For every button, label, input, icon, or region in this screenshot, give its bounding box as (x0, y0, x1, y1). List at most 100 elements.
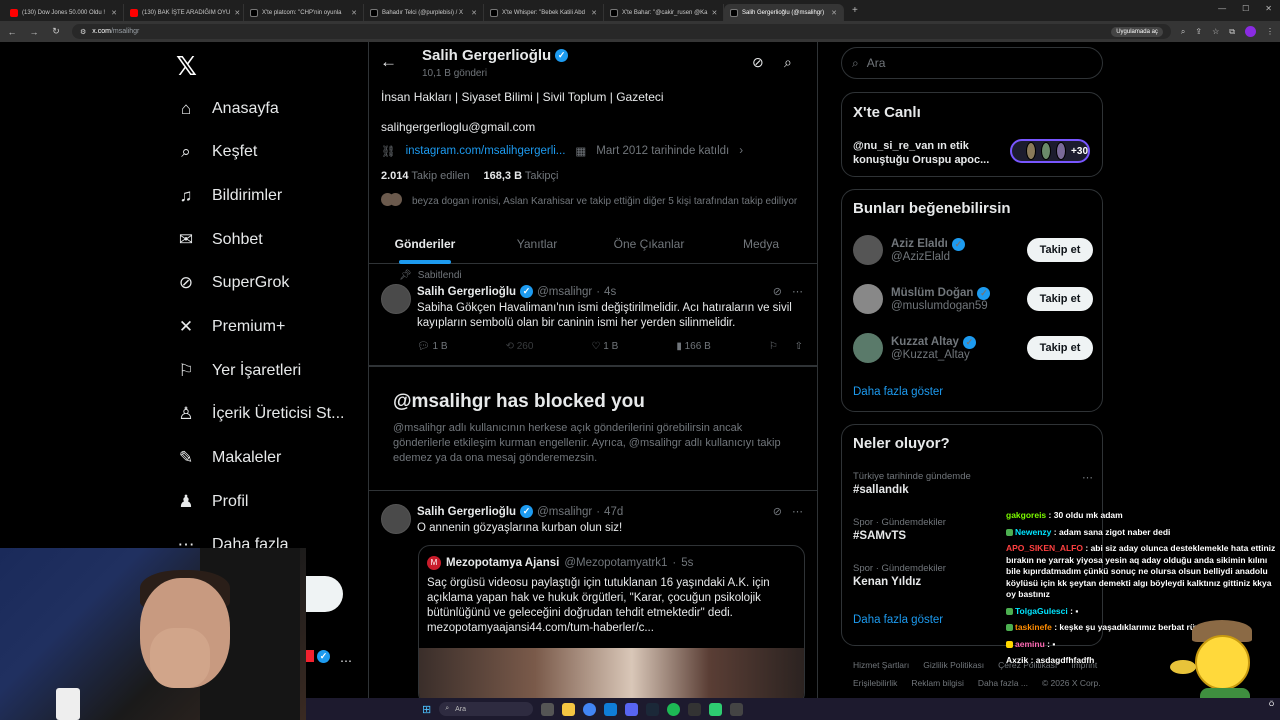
close-window-icon[interactable]: ✕ (1265, 4, 1272, 13)
nav-item-premium[interactable]: ✕ Premium+ (176, 313, 285, 341)
follow-button[interactable]: Takip et (1027, 336, 1093, 360)
avatar[interactable] (381, 504, 411, 534)
footer-link[interactable]: Reklam bilgisi (911, 674, 963, 692)
repost-button[interactable]: ⟲ 260 (506, 341, 534, 352)
followers-stat[interactable]: 168,3 B Takipçi (483, 170, 558, 182)
close-icon[interactable]: ✕ (591, 9, 597, 17)
bookmark-star-icon[interactable]: ☆ (1212, 27, 1219, 36)
nav-item-creator-studio[interactable]: ♙ İçerik Üreticisi St... (176, 400, 344, 428)
forward-icon[interactable]: → (28, 27, 40, 37)
more-icon[interactable]: ⋯ (792, 285, 803, 298)
close-icon[interactable]: ✕ (712, 9, 718, 17)
avatar[interactable] (853, 333, 883, 363)
profile-avatar[interactable] (1245, 26, 1256, 37)
browser-tab[interactable]: (130) BAK İŞTE ARADIĞIM OYU ✕ (124, 4, 244, 21)
address-bar[interactable]: ⚙ x.com/msalihgr Uygulamada aç (72, 24, 1171, 39)
more-icon[interactable]: ⋯ (792, 505, 803, 518)
site-info-icon[interactable]: ⚙ (80, 28, 86, 36)
open-in-app-button[interactable]: Uygulamada aç (1111, 26, 1163, 37)
close-icon[interactable]: ✕ (111, 9, 117, 17)
obs-icon[interactable] (688, 702, 702, 716)
taskbar-search[interactable]: ⌕ Ara (439, 702, 534, 716)
live-participants[interactable]: +30 (1010, 139, 1090, 163)
spotify-icon[interactable] (667, 702, 681, 716)
browser-tab[interactable]: X'te Whisper: "Bebek Katili Abd ✕ (484, 4, 604, 21)
views-button[interactable]: ▮ 166 B (676, 341, 710, 352)
new-tab-icon[interactable]: + (852, 5, 858, 16)
search-icon[interactable]: ⌕ (784, 54, 792, 71)
avatar[interactable] (853, 284, 883, 314)
footer-link[interactable]: Erişilebilirlik (853, 674, 897, 692)
follow-button[interactable]: Takip et (1027, 238, 1093, 262)
search-input[interactable]: ⌕ Ara (841, 47, 1103, 79)
browser-tab[interactable]: (130) Dow Jones 50.000 Oldu ! ✕ (4, 4, 124, 21)
share-icon[interactable]: ⇪ (1195, 27, 1202, 36)
joined-date[interactable]: Mart 2012 tarihinde katıldı (596, 145, 729, 157)
x-logo-icon[interactable]: 𝕏 (176, 52, 197, 82)
suggestion-row[interactable]: Aziz Elaldı ✓ @AzizElald Takip et (853, 235, 1093, 265)
nav-item-explore[interactable]: ⌕ Keşfet (176, 138, 257, 166)
menu-icon[interactable]: ⋮ (1266, 27, 1274, 36)
grok-icon[interactable]: ⊘ (752, 54, 764, 71)
zoom-icon[interactable]: ⌕ (1181, 27, 1185, 37)
browser-tab[interactable]: Bahadır Telci (@purplebisi) / X ✕ (364, 4, 484, 21)
account-more-icon[interactable]: ⋯ (340, 654, 352, 668)
nav-item-supergrok[interactable]: ⊘ SuperGrok (176, 269, 290, 297)
steam-icon[interactable] (646, 702, 660, 716)
following-stat[interactable]: 2.014 Takip edilen (381, 170, 469, 182)
tab-media[interactable]: Medya (705, 228, 817, 263)
back-icon[interactable]: ← (6, 27, 18, 37)
browser-tab[interactable]: X'te Bahar: "@cakir_rusen @Ka ✕ (604, 4, 724, 21)
footer-link[interactable]: Hizmet Şartları (853, 656, 909, 674)
extensions-icon[interactable]: ⧉ (1229, 27, 1235, 37)
close-icon[interactable]: ✕ (351, 9, 357, 17)
nav-item-bookmarks[interactable]: ⚐ Yer İşaretleri (176, 357, 301, 385)
browser-tab[interactable]: X'te platcom: "CHP'nin oyunla ✕ (244, 4, 364, 21)
edge-icon[interactable] (604, 702, 618, 716)
tab-posts[interactable]: Gönderiler (369, 228, 481, 264)
reply-button[interactable]: 💬︎ 1 B (417, 341, 448, 352)
follow-button[interactable]: Takip et (1027, 287, 1093, 311)
quoted-tweet-image[interactable] (419, 648, 804, 704)
suggestion-row[interactable]: Kuzzat Altay ✓ @Kuzzat_Altay Takip et (853, 333, 1093, 363)
show-more-link[interactable]: Daha fazla göster (853, 386, 943, 398)
grok-icon[interactable]: ⊘ (773, 285, 782, 298)
bookmark-button[interactable]: ⚐ ⇧ (769, 341, 803, 352)
post-button[interactable] (306, 576, 343, 612)
taskbar-clock[interactable]: Ö (1269, 701, 1274, 709)
live-text[interactable]: @nu_si_re_van ın etik konuştuğu Oruspu a… (853, 139, 1003, 167)
nav-item-home[interactable]: ⌂ Anasayfa (176, 95, 279, 123)
avatar[interactable] (853, 235, 883, 265)
close-icon[interactable]: ✕ (471, 9, 477, 17)
profile-link[interactable]: instagram.com/msalihgergerli... (406, 145, 566, 157)
quoted-tweet[interactable]: M Mezopotamya Ajansi @Mezopotamyatrk1 · … (418, 545, 805, 705)
show-more-link[interactable]: Daha fazla göster (853, 614, 943, 626)
share-icon[interactable]: ⇧ (795, 341, 803, 352)
close-icon[interactable]: ✕ (234, 9, 240, 17)
app-icon[interactable] (730, 702, 744, 716)
mutual-followers[interactable]: beyza dogan ironisi, Aslan Karahisar ve … (381, 193, 797, 209)
close-icon[interactable]: ✕ (831, 9, 837, 17)
nav-item-notifications[interactable]: ♫ Bildirimler (176, 182, 283, 210)
discord-icon[interactable] (625, 702, 639, 716)
windows-start-icon[interactable]: ⊞ (422, 703, 431, 716)
maximize-icon[interactable]: ☐ (1242, 4, 1249, 13)
task-view-icon[interactable] (541, 702, 555, 716)
footer-link[interactable]: Daha fazla ... (978, 674, 1028, 692)
nav-item-articles[interactable]: ✎ Makaleler (176, 444, 281, 472)
back-arrow-icon[interactable]: ← (380, 52, 397, 72)
nav-item-profile[interactable]: ♟ Profil (176, 488, 248, 516)
tab-replies[interactable]: Yanıtlar (481, 228, 593, 263)
nav-item-chat[interactable]: ✉ Sohbet (176, 226, 263, 254)
tab-highlights[interactable]: Öne Çıkanlar (593, 228, 705, 263)
minimize-icon[interactable]: — (1218, 4, 1226, 13)
reload-icon[interactable]: ↻ (50, 26, 62, 37)
tweet-pinned[interactable]: 📌︎ Sabitlendi Salih Gergerlioğlu ✓ @msali… (369, 264, 817, 366)
footer-link[interactable]: Gizlilik Politikası (923, 656, 984, 674)
grok-icon[interactable]: ⊘ (773, 505, 782, 518)
app-icon[interactable] (709, 702, 723, 716)
chrome-icon[interactable] (583, 702, 597, 716)
like-button[interactable]: ♡ 1 B (591, 341, 618, 352)
browser-tab-active[interactable]: Salih Gergerlioğlu (@msalihgr) ✕ (724, 4, 844, 21)
file-explorer-icon[interactable] (562, 702, 576, 716)
